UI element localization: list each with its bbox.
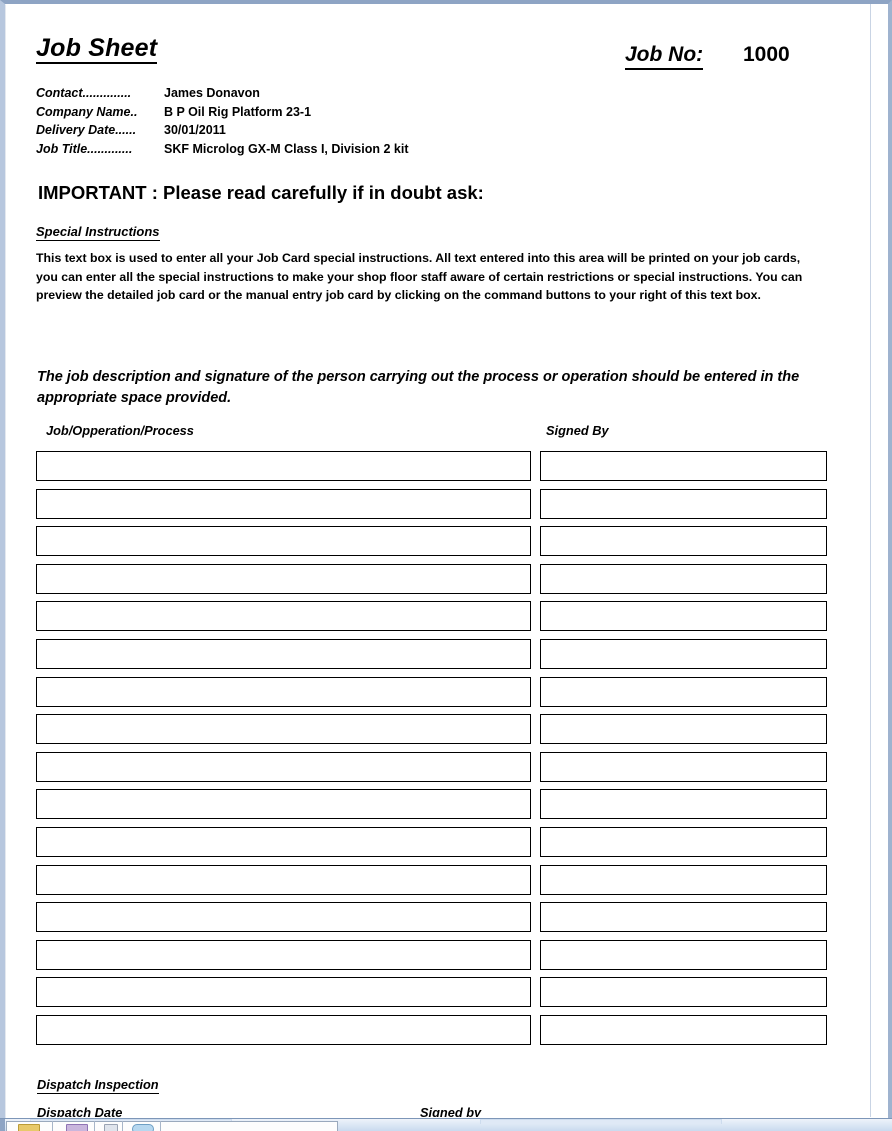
toolbar-separator: [160, 1121, 161, 1131]
table-row: [6, 864, 870, 903]
job-operation-process-cell[interactable]: [36, 451, 531, 481]
signed-by-cell[interactable]: [540, 488, 827, 519]
globe-icon[interactable]: [132, 1124, 154, 1131]
job-operation-process-cell[interactable]: [36, 789, 531, 820]
toolbar-left-edge: [0, 1119, 5, 1131]
signed-by-cell[interactable]: [540, 451, 827, 481]
table-row: [6, 451, 870, 489]
table-row: [6, 789, 870, 827]
job-operation-process-cell[interactable]: [36, 864, 531, 895]
table-row: [6, 601, 870, 639]
job-operation-process-cell[interactable]: [36, 563, 531, 594]
job-sheet-page: Job Sheet Job No: 1000 Contact..........…: [6, 5, 870, 1117]
page-right-rule: [870, 4, 871, 1117]
job-operation-process-cell[interactable]: [36, 676, 531, 707]
job-operation-process-cell[interactable]: [36, 526, 531, 557]
table-row: [6, 902, 870, 940]
meta-value-company-name: B P Oil Rig Platform 23-1: [164, 104, 312, 119]
signed-by-cell[interactable]: [540, 601, 827, 632]
signed-by-cell[interactable]: [540, 563, 827, 594]
table-row: [6, 714, 870, 752]
special-instructions-text: This text box is used to enter all your …: [36, 251, 803, 302]
job-operation-process-cell[interactable]: [36, 902, 531, 933]
job-operation-process-cell[interactable]: [36, 638, 531, 669]
signed-by-cell[interactable]: [540, 939, 827, 970]
toolbar-separator: [94, 1121, 95, 1131]
meta-row-contact: Contact.............. James Donavon: [36, 86, 736, 105]
meta-label-contact: Contact..............: [36, 86, 132, 100]
dispatch-signed-by-label: Signed by: [420, 1105, 482, 1117]
table-row: [6, 488, 870, 527]
table-row: [6, 977, 870, 1015]
job-operation-process-cell[interactable]: [36, 714, 531, 745]
meta-label-job-title: Job Title.............: [36, 141, 133, 156]
table-row: [6, 826, 870, 865]
job-meta-fields: Contact.............. James Donavon Comp…: [36, 86, 736, 160]
table-row: [6, 526, 870, 564]
signed-by-cell[interactable]: [540, 826, 827, 857]
table-row: [6, 751, 870, 790]
page-title: Job Sheet: [36, 35, 158, 65]
signed-by-cell[interactable]: [540, 751, 827, 782]
meta-value-job-title: SKF Microlog GX-M Class I, Division 2 ki…: [164, 141, 409, 156]
screenshot-root: Job Sheet Job No: 1000 Contact..........…: [0, 0, 892, 1131]
table-row: [6, 939, 870, 978]
job-operation-process-cell[interactable]: [36, 939, 531, 970]
signed-by-cell[interactable]: [540, 526, 827, 557]
column-header-signed-by: Signed By: [546, 423, 609, 438]
process-description: The job description and signature of the…: [37, 369, 800, 406]
meta-row-job-title: Job Title............. SKF Microlog GX-M…: [36, 142, 736, 161]
job-operation-process-cell[interactable]: [36, 751, 531, 782]
meta-label-company-name: Company Name..: [36, 104, 138, 119]
table-row: [6, 676, 870, 715]
job-entry-grid: [6, 451, 870, 1053]
background-window-toolbar-sliver[interactable]: [0, 1118, 892, 1131]
job-operation-process-cell[interactable]: [36, 826, 531, 857]
signed-by-cell[interactable]: [540, 1014, 827, 1045]
toolbar-separator: [122, 1121, 123, 1131]
meta-row-company-name: Company Name.. B P Oil Rig Platform 23-1: [36, 105, 736, 124]
paste-icon[interactable]: [66, 1124, 88, 1131]
important-notice: IMPORTANT : Please read carefully if in …: [38, 182, 484, 203]
signed-by-cell[interactable]: [540, 638, 827, 669]
columns-icon[interactable]: [104, 1124, 118, 1131]
toolbar-ghost-panel-right: [480, 1119, 722, 1124]
toolbar-button-strip[interactable]: [6, 1121, 338, 1131]
meta-value-contact: James Donavon: [164, 86, 260, 100]
table-row: [6, 638, 870, 677]
signed-by-cell[interactable]: [540, 714, 827, 745]
dispatch-inspection-heading: Dispatch Inspection: [37, 1077, 159, 1094]
job-operation-process-cell[interactable]: [36, 601, 531, 632]
signed-by-cell[interactable]: [540, 789, 827, 820]
job-operation-process-cell[interactable]: [36, 1014, 531, 1045]
table-row: [6, 1014, 870, 1053]
job-number-label: Job No:: [625, 43, 704, 70]
signed-by-cell[interactable]: [540, 676, 827, 707]
signed-by-cell[interactable]: [540, 902, 827, 933]
dispatch-date-label: Dispatch Date: [37, 1105, 123, 1117]
toolbar-separator: [52, 1121, 53, 1131]
signed-by-cell[interactable]: [540, 864, 827, 895]
job-operation-process-cell[interactable]: [36, 977, 531, 1008]
table-row: [6, 563, 870, 602]
job-operation-process-cell[interactable]: [36, 488, 531, 519]
job-number-value: 1000: [743, 43, 790, 66]
special-instructions-heading: Special Instructions: [36, 224, 160, 241]
meta-label-delivery-date: Delivery Date......: [36, 123, 137, 138]
column-header-job-operation-process: Job/Opperation/Process: [46, 423, 194, 438]
folder-icon[interactable]: [18, 1124, 40, 1131]
signed-by-cell[interactable]: [540, 977, 827, 1008]
meta-value-delivery-date: 30/01/2011: [164, 123, 226, 138]
meta-row-delivery-date: Delivery Date...... 30/01/2011: [36, 123, 736, 142]
